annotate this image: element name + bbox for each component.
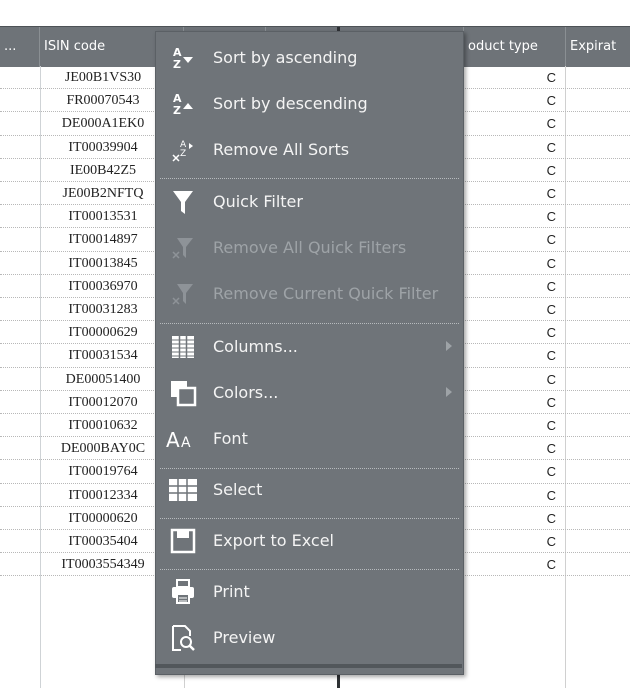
column-header-expiry[interactable]: Expirat <box>566 27 630 67</box>
product-type-cell: C <box>546 487 556 503</box>
product-type-cell: C <box>546 116 556 132</box>
menu-item-print[interactable]: Print <box>156 569 463 615</box>
printer-icon <box>166 577 200 607</box>
isin-cell: IT00014897 <box>68 232 138 248</box>
product-type-cell: C <box>546 70 556 85</box>
select-grid-icon <box>166 475 200 505</box>
menu-item-label: Remove All Quick Filters <box>213 238 407 257</box>
remove-filter-icon <box>166 279 200 309</box>
svg-text:Z: Z <box>173 58 181 71</box>
isin-cell: JE00B1VS30 <box>64 70 142 85</box>
isin-cell: IT00010632 <box>68 418 138 433</box>
svg-text:Z: Z <box>173 104 181 117</box>
menu-item-label: Columns... <box>213 337 298 356</box>
product-type-cell: C <box>546 162 556 178</box>
product-type-cell: C <box>546 418 556 433</box>
save-icon <box>166 526 200 556</box>
menu-item-select[interactable]: Select <box>156 467 463 513</box>
menu-item-label: Remove Current Quick Filter <box>213 284 439 303</box>
isin-cell: IT00012070 <box>68 394 138 410</box>
product-type-cell: C <box>546 186 556 201</box>
product-type-cell: C <box>546 371 556 387</box>
menu-item-export-excel[interactable]: Export to Excel <box>156 518 463 564</box>
submenu-arrow-icon <box>446 387 452 397</box>
menu-item-label: Quick Filter <box>213 192 303 211</box>
isin-cell: IT00013531 <box>68 209 138 225</box>
submenu-arrow-icon <box>446 341 452 351</box>
menu-item-sort-ascending[interactable]: A Z Sort by ascending <box>156 35 463 81</box>
isin-cell: IT00039904 <box>68 139 138 155</box>
isin-cell: IT00036970 <box>68 278 138 294</box>
context-menu: A Z Sort by ascending A Z Sort by descen… <box>155 31 464 675</box>
menu-item-font[interactable]: A A Font <box>156 416 463 462</box>
product-type-cell: C <box>546 302 556 317</box>
svg-text:Z: Z <box>180 149 186 159</box>
menu-bottom-edge <box>155 664 462 668</box>
product-type-cell: C <box>546 278 556 294</box>
product-type-cell: C <box>546 464 556 480</box>
remove-sorts-icon: A Z <box>166 135 200 165</box>
product-type-cell: C <box>546 209 556 225</box>
product-type-cell: C <box>546 394 556 410</box>
product-type-cell: C <box>546 93 556 109</box>
menu-item-label: Sort by ascending <box>213 48 358 67</box>
menu-item-sort-descending[interactable]: A Z Sort by descending <box>156 81 463 127</box>
svg-text:A: A <box>181 435 191 451</box>
funnel-icon <box>166 187 200 217</box>
isin-cell: IT00000629 <box>68 325 138 341</box>
isin-cell: IT00000620 <box>68 510 138 526</box>
menu-item-preview[interactable]: Preview <box>156 615 463 661</box>
menu-item-label: Export to Excel <box>213 531 334 550</box>
menu-item-remove-all-quick-filters: Remove All Quick Filters <box>156 225 463 271</box>
menu-item-label: Sort by descending <box>213 94 368 113</box>
font-icon: A A <box>166 424 200 454</box>
menu-item-label: Remove All Sorts <box>213 140 350 159</box>
preview-icon <box>166 623 200 653</box>
colors-icon <box>166 378 200 408</box>
isin-cell: IT00035404 <box>68 534 138 549</box>
column-header-first[interactable]: ... <box>0 27 40 67</box>
sort-descending-icon: A Z <box>166 89 200 119</box>
isin-cell: DE000BAY0C <box>60 441 146 457</box>
menu-item-columns[interactable]: Columns... <box>156 324 463 370</box>
isin-cell: IT00031283 <box>68 302 138 317</box>
product-type-cell: C <box>546 441 556 457</box>
product-type-cell: C <box>546 348 556 364</box>
product-type-cell: C <box>546 139 556 155</box>
menu-item-remove-current-quick-filter: Remove Current Quick Filter <box>156 271 463 317</box>
isin-cell: IT0003554349 <box>61 557 145 573</box>
menu-item-label: Preview <box>213 628 276 647</box>
columns-icon <box>166 332 200 362</box>
product-type-cell: C <box>546 325 556 341</box>
product-type-cell: C <box>546 534 556 549</box>
menu-item-label: Print <box>213 582 250 601</box>
remove-filter-icon <box>166 233 200 263</box>
product-type-cell: C <box>546 255 556 271</box>
svg-text:A: A <box>166 428 180 451</box>
menu-item-label: Colors... <box>213 383 279 402</box>
isin-cell: JE00B2NFTQ <box>62 186 144 201</box>
isin-cell: DE000A1EK0 <box>61 116 145 132</box>
isin-cell: IT00031534 <box>68 348 138 364</box>
menu-item-label: Select <box>213 480 263 499</box>
menu-item-remove-all-sorts[interactable]: A Z Remove All Sorts <box>156 127 463 173</box>
menu-item-label: Font <box>213 429 248 448</box>
product-type-cell: C <box>546 557 556 573</box>
menu-item-colors[interactable]: Colors... <box>156 370 463 416</box>
isin-cell: IT00019764 <box>68 464 138 480</box>
isin-cell: FR00070543 <box>66 93 140 109</box>
sort-ascending-icon: A Z <box>166 43 200 73</box>
menu-item-quick-filter[interactable]: Quick Filter <box>156 179 463 225</box>
isin-cell: IE00B42Z5 <box>69 162 137 178</box>
column-header-product-type[interactable]: oduct type <box>464 27 566 67</box>
isin-cell: DE00051400 <box>65 371 141 387</box>
product-type-cell: C <box>546 510 556 526</box>
product-type-cell: C <box>546 232 556 248</box>
isin-cell: IT00013845 <box>68 255 138 271</box>
isin-cell: IT00012334 <box>68 487 138 503</box>
top-bar <box>0 0 630 26</box>
